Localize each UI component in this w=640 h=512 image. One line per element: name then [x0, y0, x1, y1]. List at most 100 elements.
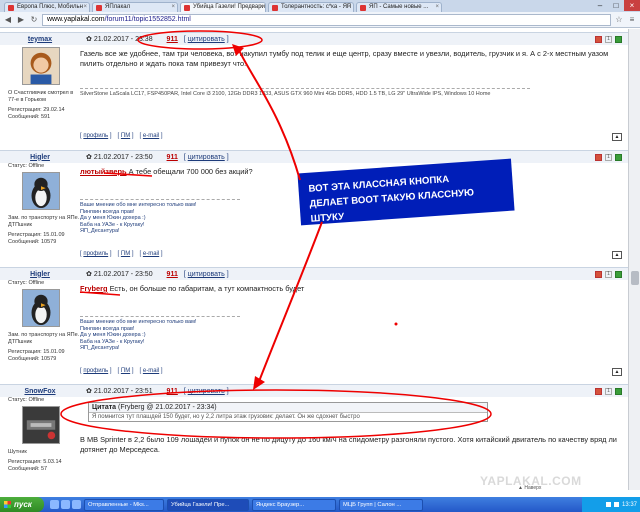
minimize-button[interactable]: –	[592, 0, 608, 11]
plus-icon[interactable]	[615, 387, 622, 395]
tab-tolerance[interactable]: Толерантность: с*ка - ЯП ×	[268, 2, 354, 12]
scroll-top-icon[interactable]: ▲	[612, 368, 622, 376]
post-date: ✿ 21.02.2017 - 23:38 911 [ цитировать ]	[86, 36, 229, 43]
post-rating: 1	[595, 387, 628, 395]
window-controls: – □ ×	[592, 0, 640, 11]
quote-button[interactable]: [ цитировать ]	[184, 388, 229, 395]
email-link[interactable]: [ e-mail ]	[140, 368, 163, 374]
post-header: Higler ✿ 21.02.2017 - 23:50 911 [ цитиро…	[0, 268, 628, 280]
quicklaunch-icon[interactable]	[61, 500, 70, 509]
close-icon[interactable]: ×	[259, 3, 263, 12]
author-reg: Регистрация: 15.01.09	[8, 232, 65, 238]
mentioned-user[interactable]: Fryberg	[80, 284, 108, 293]
post-text: А тебе обещали 700 000 без акций?	[126, 167, 253, 176]
pm-link[interactable]: [ ПМ ]	[118, 133, 134, 139]
tab-yaplakal[interactable]: ЯПлакал ×	[92, 2, 178, 12]
close-icon[interactable]: ×	[83, 3, 87, 12]
plus-icon[interactable]	[615, 270, 622, 278]
post-rating: 1	[595, 153, 628, 161]
rating-value-icon: 1	[605, 153, 612, 161]
post-date-text: 21.02.2017 - 23:38	[93, 36, 153, 43]
post-number[interactable]: 911	[167, 388, 178, 395]
post-number[interactable]: 911	[167, 271, 178, 278]
email-link-label: e-mail	[142, 251, 160, 257]
post-date-text: 21.02.2017 - 23:51	[93, 388, 153, 395]
tab-new[interactable]: ЯП - Самые новые ... ×	[356, 2, 442, 12]
email-link-label: e-mail	[142, 133, 160, 139]
quote-button[interactable]: [ цитировать ]	[184, 36, 229, 43]
system-tray: 13:37	[582, 497, 640, 512]
tab-favicon	[360, 5, 366, 11]
taskbar-item[interactable]: Яндекс Браузер...	[252, 498, 336, 511]
avatar	[22, 289, 60, 327]
pm-link[interactable]: [ ПМ ]	[118, 251, 134, 257]
close-icon[interactable]: ×	[347, 3, 351, 12]
forward-arrow-icon[interactable]: ▶	[16, 15, 26, 25]
post-date-text: 21.02.2017 - 23:50	[93, 154, 153, 161]
post-author[interactable]: SnowFox	[0, 388, 80, 395]
sig-line: ЯП_Десантура!	[80, 345, 120, 351]
tab-strip: Европа Плюс, Мобильн × ЯПлакал × Убийца Га…	[0, 0, 640, 12]
signature: SilverStone LaScala LC17, FSP450PAR, Int…	[80, 88, 530, 98]
minus-icon[interactable]	[595, 270, 602, 278]
menu-icon[interactable]: ≡	[627, 15, 637, 25]
plus-icon[interactable]	[615, 35, 622, 43]
post-author[interactable]: Higler	[0, 154, 80, 161]
rating-value-icon: 1	[605, 270, 612, 278]
author-status: Статус: Offline	[8, 280, 45, 286]
author-desc: Зам. по транспорту на ЯПе. ДТПшник	[8, 215, 80, 228]
post-author[interactable]: Higler	[0, 271, 80, 278]
post-author[interactable]: teymax	[0, 36, 80, 43]
tab-gazel-killer[interactable]: Убийца Газели! Предвари ×	[180, 2, 266, 12]
quote-button[interactable]: [ цитировать ]	[184, 271, 229, 278]
email-link[interactable]: [ e-mail ]	[140, 251, 163, 257]
close-icon[interactable]: ×	[171, 3, 175, 12]
tab-label: ЯП - Самые новые ...	[369, 4, 429, 10]
scroll-top-icon[interactable]: ▲	[612, 251, 622, 259]
email-link[interactable]: [ e-mail ]	[140, 133, 163, 139]
profile-link[interactable]: [ профиль ]	[80, 368, 112, 374]
close-window-button[interactable]: ×	[624, 0, 640, 11]
minus-icon[interactable]	[595, 35, 602, 43]
post-number[interactable]: 911	[167, 154, 178, 161]
tab-label: Европа Плюс, Мобильн	[17, 4, 83, 10]
post-body: Fryberg Есть, он больше по габаритам, а …	[80, 284, 620, 294]
quicklaunch-icon[interactable]	[50, 500, 59, 509]
url-input[interactable]: www.yaplakal.com/forum11/topic1552852.ht…	[42, 13, 611, 26]
author-desc: Зам. по транспорту на ЯПе. ДТПшник	[8, 332, 80, 345]
tab-europa[interactable]: Европа Плюс, Мобильн ×	[4, 2, 90, 12]
taskbar-item[interactable]: Отправленные - Mks...	[84, 498, 164, 511]
close-icon[interactable]: ×	[435, 3, 439, 12]
taskbar-item[interactable]: МЦБ Групп | Салон ...	[339, 498, 423, 511]
author-panel: Статус: Offline Зам. по транспорту на ЯП…	[0, 163, 80, 246]
post-body: Газель все же удобнее, там три человека,…	[80, 49, 609, 68]
quote-button[interactable]: [ цитировать ]	[184, 154, 229, 161]
post-header: teymax ✿ 21.02.2017 - 23:38 911 [ цитиро…	[0, 33, 628, 45]
scroll-top-icon[interactable]: ▲	[612, 133, 622, 141]
scroll-top-link[interactable]: ▲ Наверх	[518, 485, 541, 491]
avatar	[22, 172, 60, 210]
start-button[interactable]: пуск	[0, 497, 44, 512]
network-icon[interactable]	[605, 502, 611, 507]
minus-icon[interactable]	[595, 387, 602, 395]
taskbar-item[interactable]: Убийца Газели! Пре...	[167, 498, 249, 511]
author-status: Статус: Offline	[8, 397, 45, 403]
forum-page: teymax ✿ 21.02.2017 - 23:38 911 [ цитиро…	[0, 29, 628, 490]
quicklaunch-icon[interactable]	[72, 500, 81, 509]
profile-link[interactable]: [ профиль ]	[80, 133, 112, 139]
scrollbar-thumb[interactable]	[631, 271, 639, 285]
volume-icon[interactable]	[613, 502, 619, 507]
mentioned-user[interactable]: лютыйзверь	[80, 167, 127, 176]
pm-link[interactable]: [ ПМ ]	[118, 368, 134, 374]
profile-link[interactable]: [ профиль ]	[80, 251, 112, 257]
post-footer: [ профиль ] [ ПМ ] [ e-mail ]	[80, 251, 169, 257]
maximize-button[interactable]: □	[608, 0, 624, 11]
star-icon[interactable]: ☆	[614, 15, 624, 25]
back-arrow-icon[interactable]: ◀	[3, 15, 13, 25]
post-date: ✿ 21.02.2017 - 23:50 911 [ цитировать ]	[86, 154, 229, 161]
plus-icon[interactable]	[615, 153, 622, 161]
reload-icon[interactable]: ↻	[29, 15, 39, 25]
post-number[interactable]: 911	[167, 36, 178, 43]
scrollbar[interactable]	[628, 29, 640, 490]
minus-icon[interactable]	[595, 153, 602, 161]
